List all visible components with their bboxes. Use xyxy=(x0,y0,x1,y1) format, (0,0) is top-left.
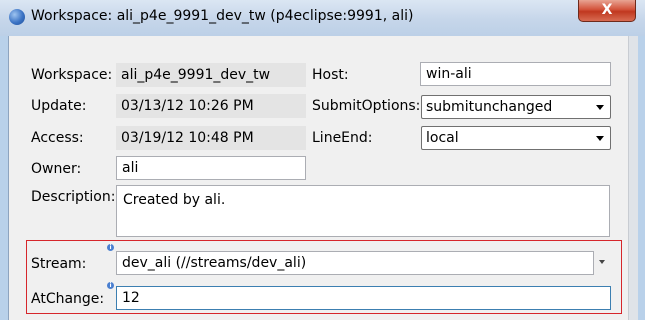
update-field: 03/13/12 10:26 PM xyxy=(116,94,306,118)
description-label: Description: xyxy=(31,189,116,205)
close-button[interactable]: X xyxy=(578,0,636,22)
host-label: Host: xyxy=(312,67,349,83)
submitoptions-select[interactable]: submitunchanged xyxy=(421,95,611,119)
lineend-value: local xyxy=(426,130,459,146)
info-icon: i xyxy=(107,282,114,289)
submitoptions-label: SubmitOptions: xyxy=(312,98,421,114)
close-icon: X xyxy=(601,2,613,18)
host-field[interactable]: win-ali xyxy=(420,62,611,86)
workspace-field: ali_p4e_9991_dev_tw xyxy=(116,63,306,87)
window-title: Workspace: ali_p4e_9991_dev_tw (p4eclips… xyxy=(31,8,414,24)
scrollbar-track[interactable] xyxy=(628,36,638,320)
lineend-label: LineEnd: xyxy=(312,130,373,146)
title-bar: Workspace: ali_p4e_9991_dev_tw (p4eclips… xyxy=(0,0,645,36)
chevron-down-icon xyxy=(596,105,604,110)
lineend-select[interactable]: local xyxy=(421,126,611,150)
stream-label: Stream: xyxy=(31,256,87,272)
workspace-label: Workspace: xyxy=(31,67,113,83)
stream-combo[interactable]: dev_ali (//streams/dev_ali) xyxy=(116,251,594,275)
update-label: Update: xyxy=(31,98,87,114)
atchange-field[interactable]: 12 xyxy=(116,286,611,310)
atchange-label: AtChange: xyxy=(31,291,105,307)
chevron-down-icon xyxy=(596,136,604,141)
app-icon xyxy=(9,9,25,25)
owner-field[interactable]: ali xyxy=(116,156,306,180)
access-field: 03/19/12 10:48 PM xyxy=(116,126,306,150)
owner-label: Owner: xyxy=(31,161,82,177)
chevron-down-icon[interactable] xyxy=(596,258,608,266)
description-textarea[interactable]: Created by ali. xyxy=(116,185,610,237)
access-label: Access: xyxy=(31,130,84,146)
submitoptions-value: submitunchanged xyxy=(426,99,553,115)
info-icon: i xyxy=(107,244,114,251)
